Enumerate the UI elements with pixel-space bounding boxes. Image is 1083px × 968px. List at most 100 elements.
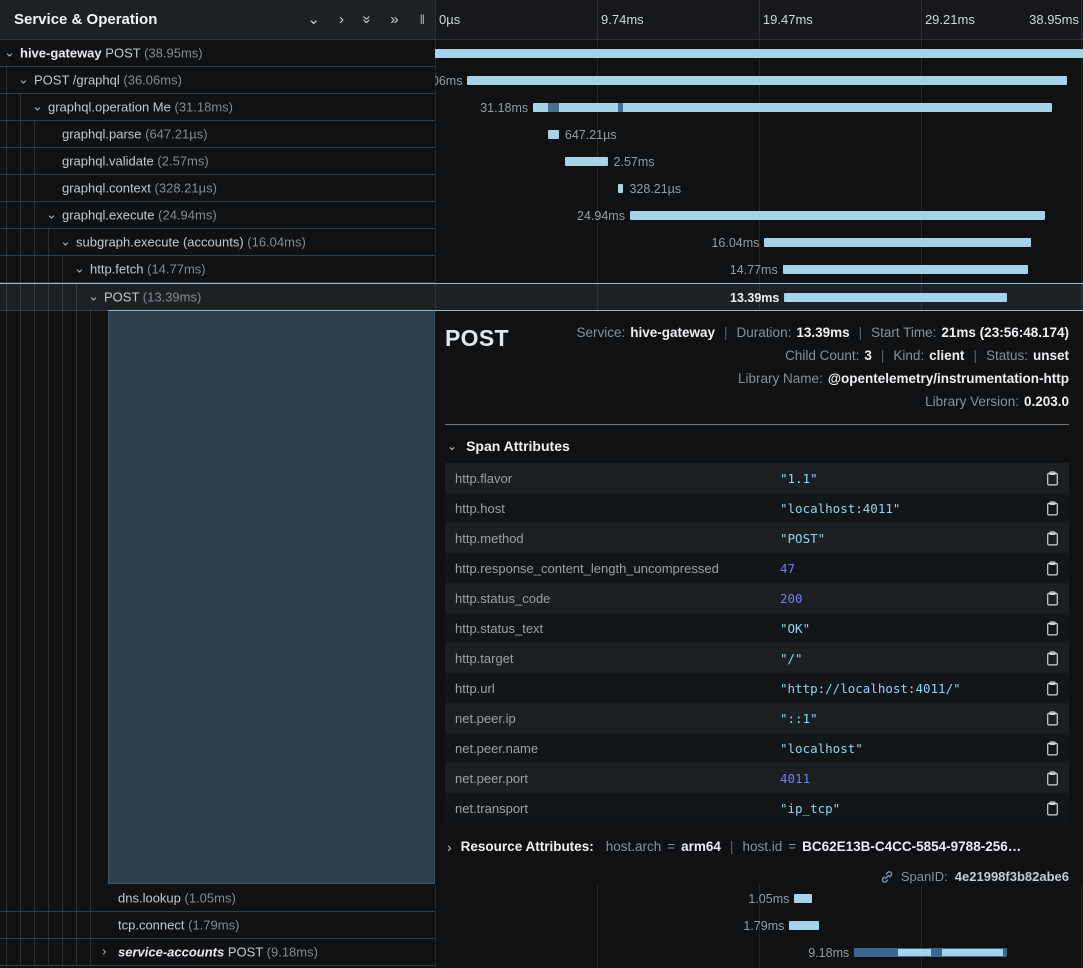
copy-icon[interactable] [1046,771,1059,786]
attribute-row: net.transport"ip_tcp" [445,793,1069,823]
attribute-key: http.status_code [455,591,780,606]
service-operation-title: Service & Operation [0,11,157,28]
indent-guide [20,121,21,147]
trace-viewer: Service & Operation ⌄›»»‖ 0µs9.74ms19.47… [0,0,1083,968]
span-row[interactable]: ⌄http.fetch (14.77ms)14.77ms [0,256,1083,283]
copy-icon[interactable] [1046,681,1059,696]
indent-guide [48,885,49,911]
indent-guide [20,912,21,938]
span-detail-left-area [108,310,435,884]
span-row[interactable]: ›service-accounts POST (9.18ms)9.18ms [0,939,1083,966]
service-name: service-accounts [118,945,224,960]
chevron-down-icon[interactable]: ⌄ [4,46,15,59]
span-duration-label: 16.04ms [711,236,759,250]
chevron-right-icon[interactable]: › [339,12,344,27]
span-bar[interactable] [764,238,1031,247]
copy-icon[interactable] [1046,531,1059,546]
span-row-timeline-cell: 647.21µs [435,121,1083,148]
span-row[interactable]: ⌄POST (13.39ms)13.39ms [0,283,1083,311]
span-row[interactable]: ⌄subgraph.execute (accounts) (16.04ms)16… [0,229,1083,256]
duration-text: (328.21µs) [155,181,217,196]
span-row[interactable]: graphql.parse (647.21µs) 647.21µs [0,121,1083,148]
chevron-down-icon[interactable]: ⌄ [32,100,43,113]
span-row[interactable]: tcp.connect (1.79ms) 1.79ms [0,912,1083,939]
span-bar[interactable] [783,265,1029,274]
span-bar[interactable] [630,211,1045,220]
copy-icon[interactable] [1046,741,1059,756]
span-bar[interactable] [854,948,1007,957]
indent-guide [6,256,7,282]
copy-icon[interactable] [1046,561,1059,576]
span-bar[interactable] [789,921,819,930]
copy-icon[interactable] [1046,651,1059,666]
span-bar[interactable] [618,184,623,193]
separator: | [724,323,728,343]
span-row[interactable]: ⌄graphql.operation Me (31.18ms)31.18ms [0,94,1083,121]
chevron-down-icon[interactable]: ⌄ [88,290,99,303]
duration-text: (36.06ms) [123,73,182,88]
indent-guide [34,885,35,911]
copy-icon[interactable] [1046,621,1059,636]
span-row[interactable]: ⌄hive-gateway POST (38.95ms)38.95ms [0,40,1083,67]
drag-handle-icon[interactable]: ‖ [420,13,425,26]
chevron-down-icon[interactable]: ⌄ [60,235,71,248]
span-row-timeline-cell: 1.79ms [435,912,1083,939]
chevron-down-icon[interactable]: ⌄ [46,208,57,221]
indent-guide [20,310,21,885]
span-bar[interactable] [794,894,811,903]
copy-icon[interactable] [1046,591,1059,606]
meta-value: @opentelemetry/instrumentation-http [828,369,1069,389]
span-attributes-title: Span Attributes [466,438,570,454]
span-row-name-cell: ⌄http.fetch (14.77ms) [0,256,435,283]
span-row-name-cell: ⌄ graphql.execute (24.94ms) [0,202,435,229]
double-chevron-down-icon[interactable]: » [360,15,375,23]
attribute-key: http.method [455,531,780,546]
copy-icon[interactable] [1046,501,1059,516]
span-row[interactable]: dns.lookup (1.05ms)1.05ms [0,885,1083,912]
span-row[interactable]: ⌄POST /graphql (36.06ms)36.06ms [0,67,1083,94]
span-name: tcp.connect (1.79ms) [118,918,239,933]
indent-guide [20,256,21,282]
attribute-row: http.response_content_length_uncompresse… [445,553,1069,583]
double-chevron-right-icon[interactable]: » [390,12,398,27]
separator: | [859,323,863,343]
span-name: graphql.parse (647.21µs) [62,127,208,142]
span-bar[interactable] [435,49,1083,58]
span-row-timeline-cell: 13.39ms [435,284,1083,311]
chevron-down-icon[interactable]: ⌄ [18,73,29,86]
chevron-right-icon[interactable]: › [102,945,106,958]
span-bar[interactable] [548,130,559,139]
copy-icon[interactable] [1046,711,1059,726]
tree-guides [0,310,108,885]
span-bar[interactable] [784,293,1007,302]
span-row[interactable]: ⌄graphql.execute (24.94ms)24.94ms [0,202,1083,229]
span-attributes-toggle[interactable]: ⌄ Span Attributes [447,438,1069,454]
link-icon[interactable] [880,870,894,884]
span-duration-label: 328.21µs [629,182,681,196]
span-name: graphql.execute (24.94ms) [62,208,217,223]
resource-value: arm64 [681,839,721,854]
chevron-down-icon[interactable]: ⌄ [307,12,320,27]
tick-line [759,0,760,39]
attribute-row: http.flavor"1.1" [445,463,1069,493]
meta-value: unset [1033,346,1069,366]
copy-icon[interactable] [1046,471,1059,486]
span-bar[interactable] [565,157,608,166]
span-bar[interactable] [467,76,1067,85]
span-row-name-cell: ⌄graphql.operation Me (31.18ms) [0,94,435,121]
indent-guide [34,912,35,938]
attribute-value: "1.1" [780,471,1038,486]
chevron-down-icon[interactable]: ⌄ [74,262,85,275]
span-bar[interactable] [533,103,1052,112]
indent-guide [34,229,35,255]
indent-guide [90,912,91,938]
copy-icon[interactable] [1046,801,1059,816]
span-row[interactable]: graphql.validate (2.57ms)2.57ms [0,148,1083,175]
span-row-name-cell: ›service-accounts POST (9.18ms) [0,939,435,966]
span-row-name-cell: ⌄hive-gateway POST (38.95ms) [0,40,435,67]
resource-attributes-toggle[interactable]: › Resource Attributes: host.arch=arm64|h… [445,839,1069,854]
span-row[interactable]: graphql.context (328.21µs)328.21µs [0,175,1083,202]
operation-name: graphql.operation Me [48,100,171,115]
timeline-tick-label: 29.21ms [925,12,975,27]
attribute-value: 4011 [780,771,1038,786]
